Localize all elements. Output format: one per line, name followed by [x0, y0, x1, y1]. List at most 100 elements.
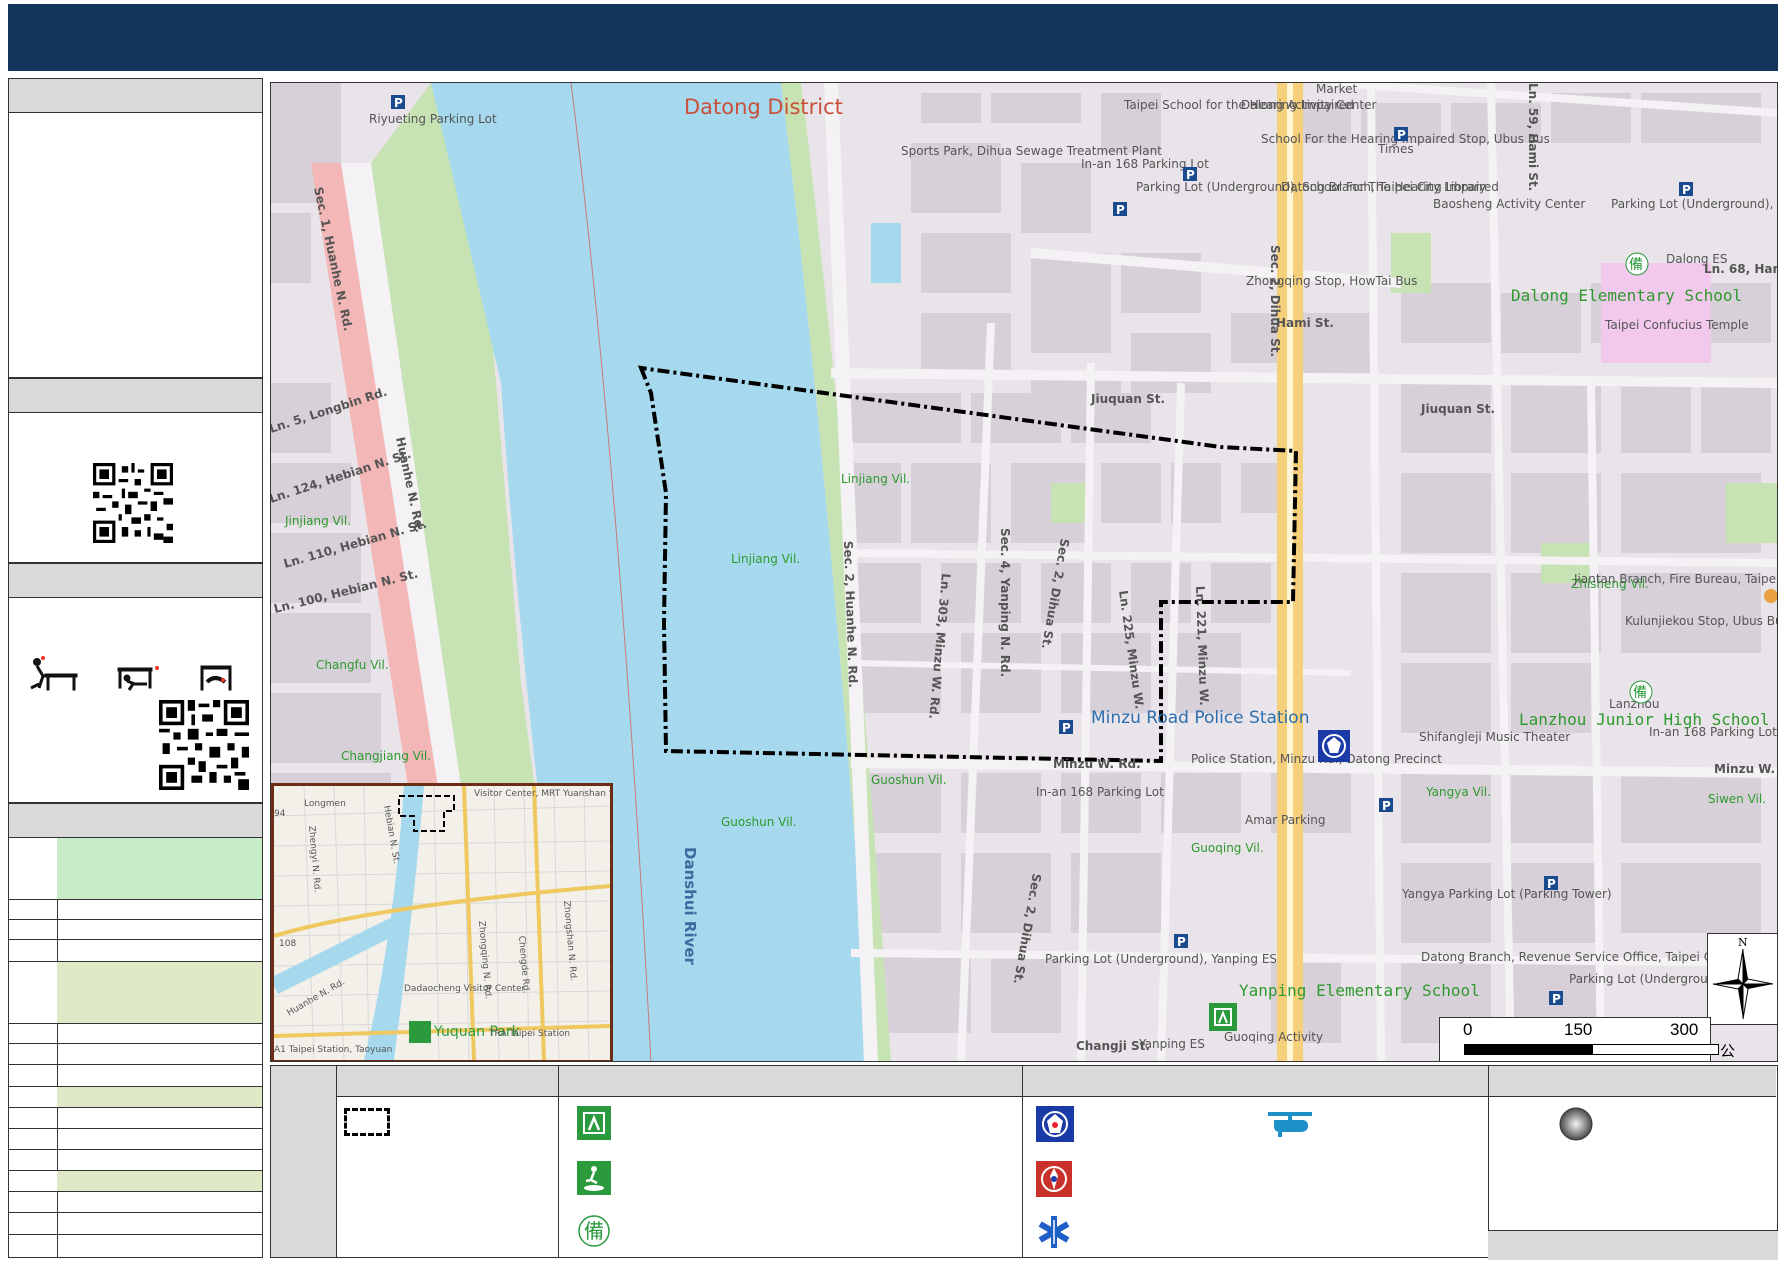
road-label: Minzu W. Rd.: [1714, 762, 1778, 776]
road-label: Sec. 2, Dihua St.: [1268, 245, 1282, 357]
river-label: Danshui River: [681, 847, 699, 966]
evacuation-shelter-icon: [577, 1106, 611, 1140]
school-label: Yanping Elementary School: [1239, 981, 1480, 1000]
title-bar: [8, 4, 1778, 71]
village-label: Guoshun Vil.: [871, 773, 947, 787]
poi-label: Zhongqing Stop, HowTai Bus: [1246, 274, 1417, 288]
village-label: Jinjiang Vil.: [284, 514, 351, 528]
info-panel: [8, 78, 263, 378]
helicopter-icon: [1268, 1112, 1312, 1137]
fire-bureau-icon: [1764, 589, 1777, 603]
village-label: Guoshun Vil.: [721, 815, 797, 829]
qr-code-icon[interactable]: [93, 463, 173, 543]
scale-bar: 0 150 300 公尺: [1439, 1017, 1735, 1061]
drop-cover-hold-icon: [30, 656, 232, 691]
inset-label: Dadaocheng Visitor Center: [404, 984, 525, 994]
village-label: Guoqing Vil.: [1191, 841, 1264, 855]
poi-label: Yangya Parking Lot (Parking Tower): [1401, 887, 1612, 901]
legend-column-header: [336, 1066, 1776, 1097]
police-station-label: Minzu Road Police Station: [1091, 708, 1309, 728]
poi-label: Times: [1377, 142, 1414, 156]
poi-label: Kulunjiekou Stop, Ubus Bus: [1625, 614, 1778, 628]
school-label: Dalong Elementary School: [1511, 286, 1742, 305]
poi-label: Riyueting Parking Lot: [369, 112, 497, 126]
reserve-shelter-icon: 備: [578, 1215, 610, 1247]
inset-label: Longmen: [304, 799, 346, 809]
road-label: Sec. 4, Yanping N. Rd.: [998, 528, 1012, 677]
svg-text:N: N: [1738, 936, 1748, 949]
medical-star-icon: [1038, 1216, 1070, 1248]
svg-text:P: P: [1682, 183, 1691, 197]
svg-text:P: P: [394, 96, 403, 110]
table-row: [9, 961, 262, 1023]
legend-panel: 備: [270, 1065, 1778, 1260]
legend-footer-cell: [1488, 1230, 1778, 1260]
poi-label: Amar Parking: [1245, 813, 1326, 827]
village-label: Yangya Vil.: [1425, 785, 1491, 799]
svg-text:備: 備: [584, 1219, 604, 1243]
inset-label: Zhengyi N. Rd.: [306, 825, 322, 892]
svg-text:P: P: [1062, 721, 1071, 735]
scale-tick-label: 300: [1670, 1020, 1699, 1039]
poi-label: In-an 168 Parking Lot: [1036, 785, 1164, 799]
contact-table-header: [9, 804, 262, 838]
boundary-dashed-icon: [344, 1108, 390, 1136]
school-label: Lanzhou Junior High School: [1519, 710, 1769, 729]
inset-map[interactable]: Yuquan Park Visitor Center, MRT Yuanshan…: [271, 783, 613, 1061]
table-row: [9, 1234, 262, 1258]
svg-text:P: P: [1397, 128, 1406, 142]
road-label: Jiuquan St.: [1090, 392, 1165, 406]
scale-unit: 公尺: [1720, 1042, 1736, 1060]
road-label: Minzu W. Rd.: [1053, 757, 1141, 771]
main-map[interactable]: Linjiang Vil. Linjiang Vil. Guoshun Vil.…: [270, 82, 1778, 1062]
police-station-icon[interactable]: [1318, 730, 1350, 762]
location-marker-icon: [1559, 1107, 1593, 1141]
village-label: Changfu Vil.: [316, 658, 389, 672]
qr-code-icon[interactable]: [159, 700, 249, 790]
info-panel-header: [9, 79, 262, 113]
table-row: [9, 919, 262, 939]
road-label: Jiuquan St.: [1420, 402, 1495, 416]
compass-icon: N: [1712, 936, 1774, 1020]
table-row: [9, 837, 262, 899]
svg-text:備: 備: [1629, 257, 1643, 273]
inset-label: 94: [274, 809, 286, 819]
park-shelter-icon: [409, 1021, 431, 1043]
table-row: [9, 939, 262, 961]
poi-label: Dalong ES: [1666, 252, 1728, 266]
svg-text:P: P: [1552, 992, 1561, 1006]
qr-panel-header: [9, 379, 262, 413]
inset-label: 108: [279, 939, 296, 949]
table-row: [9, 1043, 262, 1064]
poi-label: Police Station, Minzu Rd., Datong Precin…: [1191, 752, 1442, 766]
village-label: Linjiang Vil.: [731, 552, 800, 566]
scale-tick-label: 150: [1564, 1020, 1593, 1039]
poi-label: Market: [1316, 83, 1358, 96]
poi-label: Yanping ES: [1138, 1037, 1205, 1051]
earthquake-panel: [8, 563, 263, 803]
table-row: [9, 899, 262, 919]
fire-station-icon: [1036, 1161, 1072, 1197]
svg-text:P: P: [1382, 799, 1391, 813]
table-row: [9, 1212, 262, 1234]
inset-label: A1 Taipei Station, Taoyuan: [274, 1045, 392, 1055]
district-label: Datong District: [684, 95, 843, 119]
inset-label: Visitor Center, MRT Yuanshan Station: [474, 789, 610, 799]
svg-text:P: P: [1186, 168, 1195, 182]
table-row: [9, 1086, 262, 1107]
table-row: [9, 1149, 262, 1170]
north-arrow: N: [1707, 933, 1777, 1025]
park-shelter-icon: [577, 1161, 611, 1195]
poi-label: Shifangleji Music Theater: [1419, 730, 1570, 744]
poi-label: Jiantan Branch, Fire Bureau, Taipei City: [1573, 572, 1778, 586]
svg-text:P: P: [1547, 877, 1556, 891]
poi-label: Sports Park, Dihua Sewage Treatment Plan…: [901, 144, 1162, 158]
table-row: [9, 1107, 262, 1128]
poi-label: Baosheng Activity Center: [1433, 197, 1585, 211]
evacuation-shelter-icon[interactable]: [1209, 1003, 1237, 1031]
legend-side-header: [271, 1066, 337, 1257]
poi-label: Parking Lot (Underground), Dalong ES: [1611, 197, 1778, 211]
village-label: Changjiang Vil.: [341, 749, 431, 763]
poi-label: Guoqing Activity: [1224, 1030, 1323, 1044]
qr-panel: [8, 378, 263, 563]
